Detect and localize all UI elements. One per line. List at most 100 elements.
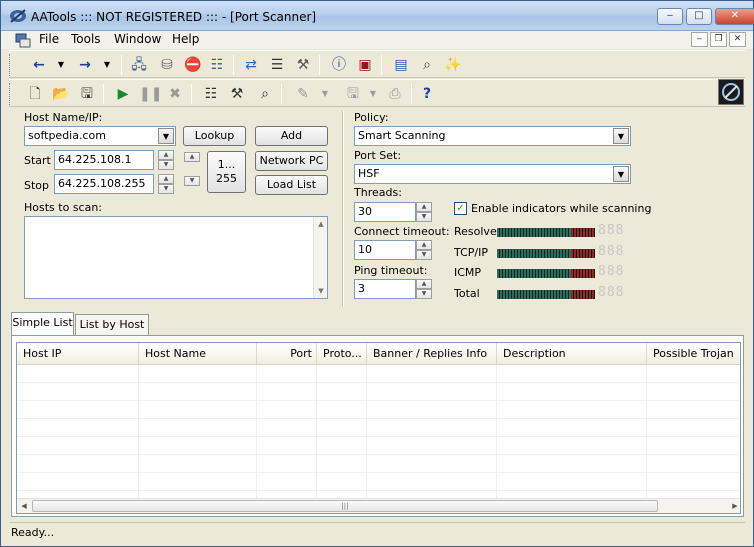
column-protocol[interactable]: Proto... (317, 343, 367, 365)
stop-ip-spinner[interactable]: ▲ ▼ (158, 174, 174, 194)
column-host-name[interactable]: Host Name (139, 343, 257, 365)
connect-timeout-spinner[interactable]: ▲ ▼ (416, 240, 432, 260)
tab-simple-list[interactable]: Simple List (11, 312, 74, 335)
ping-timeout-spinner[interactable]: ▲ ▼ (416, 279, 432, 299)
host-name-combobox[interactable]: softpedia.com ▼ (24, 126, 176, 146)
scroll-up-icon[interactable]: ▲ (314, 217, 328, 231)
spin-up-icon[interactable]: ▲ (416, 279, 432, 289)
disk-dropdown-icon[interactable]: ▼ (367, 84, 379, 104)
menu-tools[interactable]: Tools (71, 32, 101, 46)
mdi-close-button[interactable]: ✕ (729, 32, 746, 47)
spin-down-icon[interactable]: ▼ (158, 184, 174, 194)
mdi-restore-button[interactable]: ❐ (710, 32, 727, 47)
new-document-icon[interactable]: 🗋 (25, 84, 45, 104)
load-list-button[interactable]: Load List (255, 175, 328, 195)
scrollbar-thumb[interactable]: ||| (32, 500, 658, 512)
range-up-spinner[interactable]: ▲ (184, 152, 200, 172)
disk-icon[interactable]: 🖫 (343, 84, 363, 104)
policy-dropdown-icon[interactable]: ▼ (613, 128, 629, 144)
tools-icon[interactable]: ⚒ (227, 84, 247, 104)
wizard-icon[interactable]: ✨ (443, 55, 463, 75)
hosts-scrollbar[interactable]: ▲ ▼ (313, 217, 327, 298)
listview-horizontal-scrollbar[interactable]: ◀ ||| ▶ (17, 498, 740, 513)
tab-list-by-host[interactable]: List by Host (75, 314, 149, 335)
column-banner[interactable]: Banner / Replies Info (367, 343, 497, 365)
indicators-checkbox[interactable]: ✓ (454, 202, 467, 215)
help-icon[interactable]: ? (417, 84, 437, 104)
spin-up-icon[interactable]: ▲ (158, 150, 174, 160)
open-icon[interactable]: 📂 (51, 84, 71, 104)
spin-down-icon[interactable]: ▼ (416, 212, 432, 222)
add-button[interactable]: Add (255, 126, 328, 146)
start-ip-input[interactable]: 64.225.108.1 (54, 150, 154, 170)
threads-spinner[interactable]: ▲ ▼ (416, 202, 432, 222)
back-dropdown-icon[interactable]: ▼ (55, 55, 67, 75)
brush-dropdown-icon[interactable]: ▼ (319, 84, 331, 104)
network-icon[interactable]: ☷ (201, 84, 221, 104)
forward-arrow-icon[interactable]: → (75, 55, 95, 75)
results-listview[interactable]: Host IP Host Name Port Proto... Banner /… (16, 342, 741, 514)
block-icon[interactable]: ⛔ (183, 55, 203, 75)
magnify-icon[interactable]: ⌕ (255, 84, 275, 104)
info-icon[interactable]: ⓘ (329, 55, 349, 75)
pause-icon[interactable]: ❚❚ (139, 84, 162, 104)
maximize-button[interactable]: □ (686, 8, 712, 25)
listview-rows[interactable] (17, 365, 740, 499)
mdi-child-icon[interactable] (15, 32, 31, 48)
host-name-dropdown-icon[interactable]: ▼ (158, 128, 174, 144)
save-list-icon[interactable]: 🖫 (77, 84, 97, 104)
column-port[interactable]: Port (257, 343, 317, 365)
port-set-dropdown-icon[interactable]: ▼ (613, 166, 629, 182)
mdi-minimize-button[interactable]: ‒ (691, 32, 708, 47)
window-icon[interactable]: ▣ (355, 55, 375, 75)
scroll-down-icon[interactable]: ▼ (314, 284, 328, 298)
network-computer-icon[interactable]: 🖧 (129, 55, 149, 75)
policy-combobox[interactable]: Smart Scanning ▼ (354, 126, 631, 146)
column-description[interactable]: Description (497, 343, 647, 365)
spin-up-icon[interactable]: ▲ (416, 240, 432, 250)
connect-timeout-input[interactable]: 10 (354, 240, 416, 260)
search-window-icon[interactable]: ⌕ (417, 55, 437, 75)
lookup-button[interactable]: Lookup (183, 126, 246, 146)
spin-down-icon[interactable]: ▼ (416, 289, 432, 299)
close-button[interactable]: ✕ (715, 8, 754, 25)
spin-up-icon[interactable]: ▲ (416, 202, 432, 212)
port-set-combobox[interactable]: HSF ▼ (354, 164, 631, 184)
spin-up-icon[interactable]: ▲ (158, 174, 174, 184)
spin-down-icon[interactable]: ▼ (184, 176, 200, 186)
spin-down-icon[interactable]: ▼ (416, 250, 432, 260)
range-button-line2: 255 (216, 172, 237, 185)
ping-timeout-input[interactable]: 3 (354, 279, 416, 299)
stop-icon[interactable]: ✖ (165, 84, 185, 104)
monitor-icon[interactable]: ▤ (391, 55, 411, 75)
print-icon[interactable]: ⎙ (385, 84, 405, 104)
forward-dropdown-icon[interactable]: ▼ (101, 55, 113, 75)
spin-down-icon[interactable]: ▼ (158, 160, 174, 170)
menu-help[interactable]: Help (172, 32, 199, 46)
column-host-ip[interactable]: Host IP (17, 343, 139, 365)
menu-file[interactable]: File (39, 32, 59, 46)
threads-input[interactable]: 30 (354, 202, 416, 222)
hosts-to-scan-textarea[interactable]: ▲ ▼ (24, 216, 328, 299)
brush-icon[interactable]: ✎ (293, 84, 313, 104)
scroll-left-icon[interactable]: ◀ (18, 500, 30, 512)
range-down-spinner[interactable]: ▼ (184, 176, 200, 196)
computer-tools-icon[interactable]: ⚒ (293, 55, 313, 75)
back-arrow-icon[interactable]: ← (29, 55, 49, 75)
column-possible-trojan[interactable]: Possible Trojan (647, 343, 740, 365)
menu-window[interactable]: Window (114, 32, 161, 46)
network-pc-button[interactable]: Network PC (255, 151, 328, 171)
database-icon[interactable]: ⛁ (157, 55, 177, 75)
start-ip-spinner[interactable]: ▲ ▼ (158, 150, 174, 170)
document-list-icon[interactable]: ☰ (267, 55, 287, 75)
spin-up-icon[interactable]: ▲ (184, 152, 200, 162)
range-button[interactable]: 1... 255 (207, 151, 246, 193)
servers-icon[interactable]: ☷ (207, 55, 227, 75)
minimize-button[interactable]: ‒ (657, 8, 683, 25)
scroll-right-icon[interactable]: ▶ (729, 500, 740, 512)
play-icon[interactable]: ▶ (113, 84, 133, 104)
toolbar-grip[interactable] (9, 83, 12, 105)
stop-ip-input[interactable]: 64.225.108.255 (54, 174, 154, 194)
network-transfer-icon[interactable]: ⇄ (241, 55, 261, 75)
toolbar-grip[interactable] (9, 54, 12, 76)
